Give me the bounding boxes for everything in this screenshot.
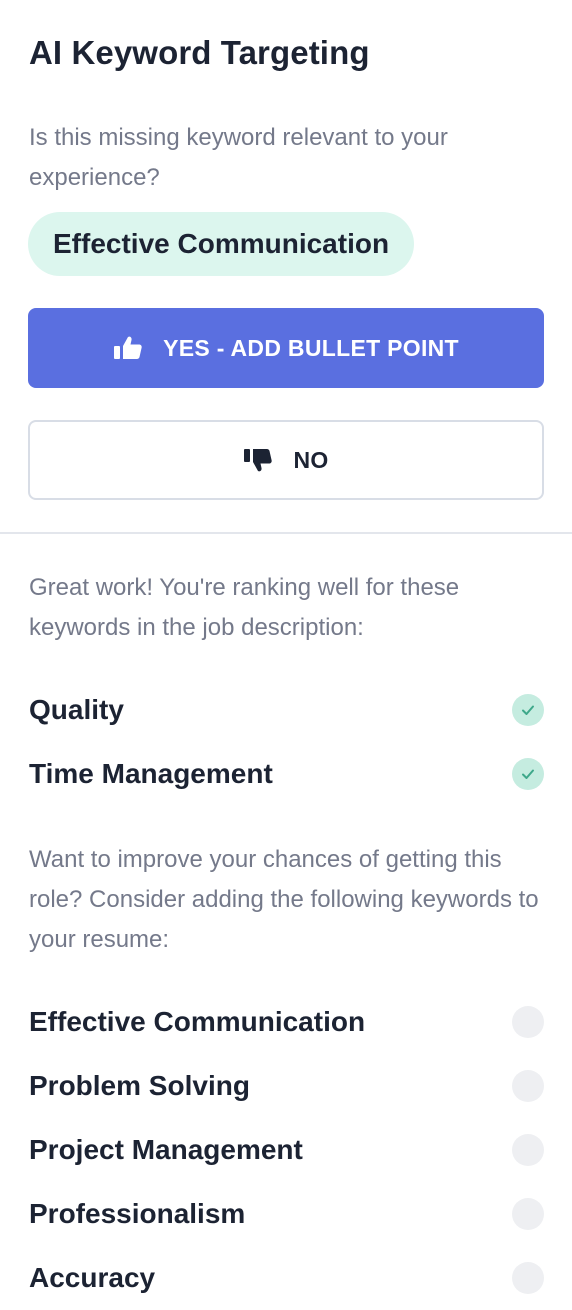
missing-keyword-row: Professionalism — [29, 1194, 544, 1234]
keyword-label: Time Management — [29, 758, 273, 789]
keyword-label: Effective Communication — [29, 1006, 366, 1037]
ranking-message: Great work! You're ranking well for thes… — [29, 574, 460, 641]
relevance-prompt: Is this missing keyword relevant to your… — [29, 124, 448, 191]
keyword-label: Problem Solving — [29, 1070, 250, 1101]
empty-status-icon — [512, 1262, 544, 1294]
empty-status-icon — [512, 1006, 544, 1038]
keyword-label: Quality — [29, 694, 124, 725]
current-keyword-chip: Effective Communication — [28, 212, 415, 276]
missing-keyword-row: Problem Solving — [29, 1066, 544, 1106]
keyword-label: Professionalism — [29, 1198, 246, 1229]
check-icon — [512, 694, 544, 726]
missing-keyword-row: Accuracy — [29, 1258, 544, 1298]
empty-status-icon — [512, 1070, 544, 1102]
check-icon — [512, 758, 544, 790]
panel-title: AI Keyword Targeting — [29, 34, 370, 71]
no-button-label: NO — [293, 446, 329, 473]
section-divider — [0, 532, 572, 534]
no-button[interactable]: NO — [28, 420, 544, 500]
yes-button-label: YES - ADD BULLET POINT — [163, 334, 459, 361]
keyword-targeting-panel: AI Keyword Targeting Is this missing key… — [0, 0, 572, 1310]
empty-status-icon — [512, 1198, 544, 1230]
keyword-label: Project Management — [29, 1134, 303, 1165]
thumbs-down-icon — [243, 447, 273, 473]
matched-keyword-row: Time Management — [29, 754, 544, 794]
missing-keyword-row: Project Management — [29, 1130, 544, 1170]
missing-keyword-row: Effective Communication — [29, 1002, 544, 1042]
empty-status-icon — [512, 1134, 544, 1166]
improve-message: Want to improve your chances of getting … — [29, 846, 539, 953]
keyword-label: Accuracy — [29, 1262, 156, 1293]
yes-add-bullet-point-button[interactable]: YES - ADD BULLET POINT — [28, 308, 544, 388]
thumbs-up-icon — [113, 335, 143, 361]
matched-keyword-row: Quality — [29, 690, 544, 730]
